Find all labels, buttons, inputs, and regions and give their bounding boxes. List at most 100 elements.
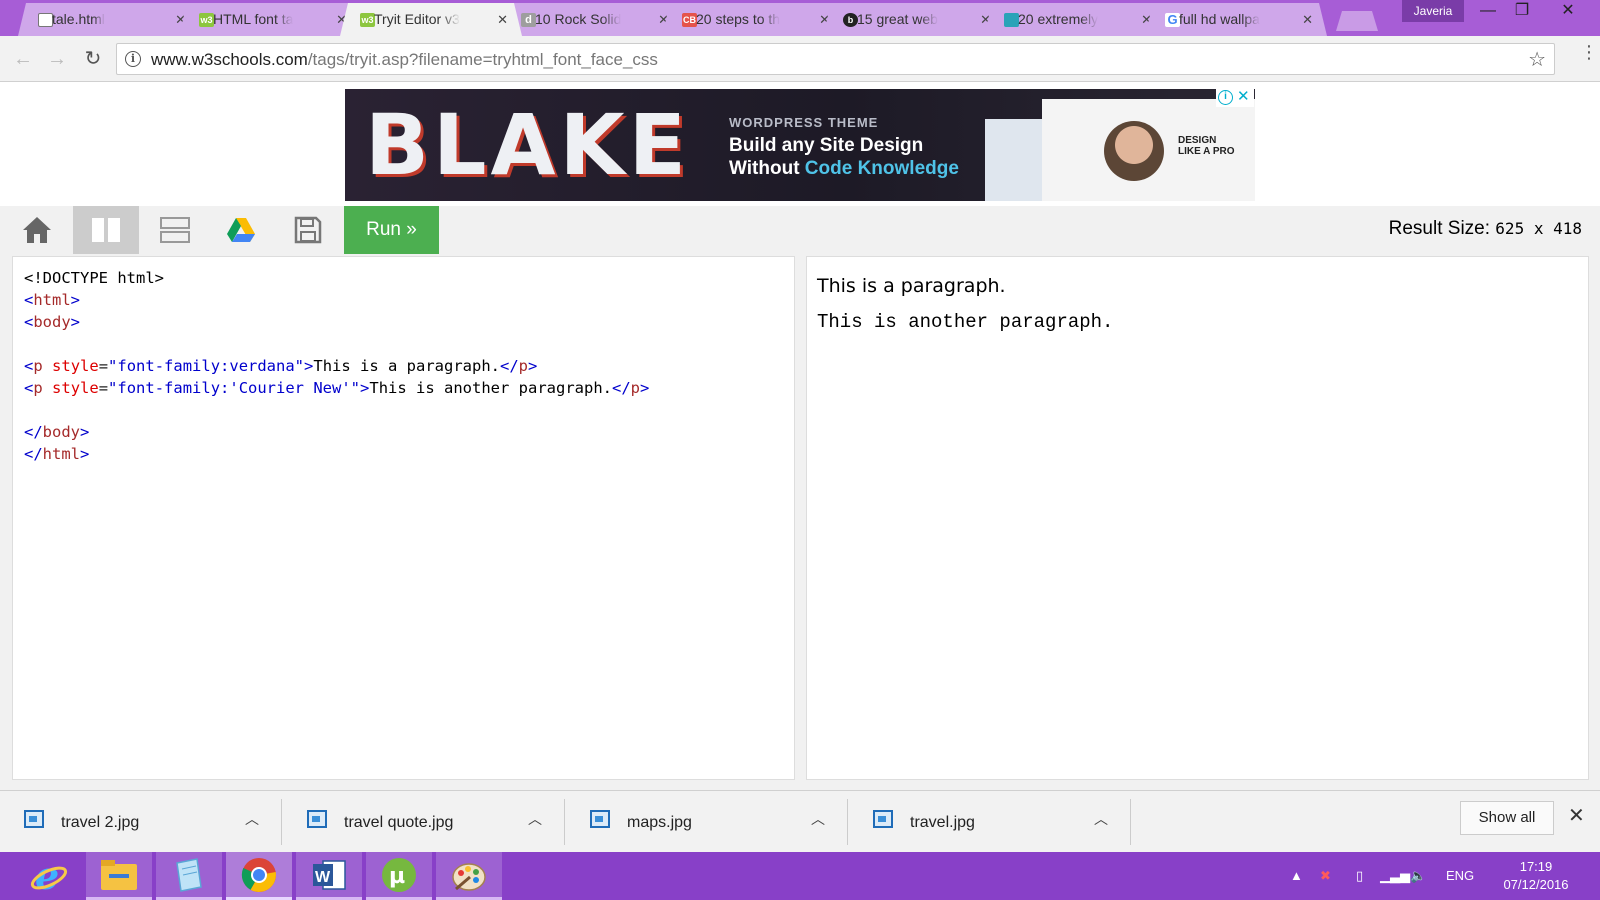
show-all-button[interactable]: Show all xyxy=(1460,801,1554,835)
tab-full-hd-wallpaper[interactable]: G full hd wallpa ✕ xyxy=(1145,3,1327,36)
signal-icon[interactable]: ▁▃▅ xyxy=(1380,852,1410,900)
code-attr-value: "font-family:verdana" xyxy=(108,357,305,375)
url-text[interactable]: www.w3schools.com/tags/tryit.asp?filenam… xyxy=(151,50,658,70)
tab-html-font[interactable]: w3 HTML font ta ✕ xyxy=(179,3,361,36)
network-error-icon[interactable]: ✖ xyxy=(1320,852,1331,900)
ad-subheadline: Without Code Knowledge xyxy=(729,158,959,180)
paint-icon[interactable] xyxy=(436,852,502,900)
tab-title: 15 great web xyxy=(857,11,938,27)
utorrent-icon[interactable]: µ xyxy=(366,852,432,900)
chevron-up-icon[interactable]: ︿ xyxy=(811,809,825,829)
code-doctype: <!DOCTYPE html> xyxy=(24,269,164,287)
volume-icon[interactable]: 🔈 xyxy=(1410,852,1426,900)
language-indicator[interactable]: ENG xyxy=(1446,852,1474,900)
ad-promo-line2: LIKE A PRO xyxy=(1178,146,1235,157)
code-tag: p xyxy=(518,357,529,375)
info-icon[interactable]: i xyxy=(125,51,141,67)
address-bar[interactable]: i www.w3schools.com/tags/tryit.asp?filen… xyxy=(116,43,1555,75)
svg-text:W: W xyxy=(315,869,331,886)
folder-glyph xyxy=(101,859,137,890)
reload-icon[interactable]: ↻ xyxy=(80,46,106,72)
tab-tale-html[interactable]: tale.html ✕ xyxy=(18,3,200,36)
code-line: </html> xyxy=(24,445,90,463)
code-line: <html> xyxy=(24,291,81,309)
close-icon[interactable]: ✕ xyxy=(1302,3,1313,36)
maximize-icon[interactable]: ❐ xyxy=(1504,0,1540,24)
tab-title: tale.html xyxy=(52,11,105,27)
bookmark-star-icon[interactable]: ☆ xyxy=(1528,47,1546,72)
code-tag: p xyxy=(33,379,43,397)
tryit-toolbar: Run » Result Size: 625 x 418 xyxy=(0,206,1600,256)
chevron-up-icon[interactable]: ︿ xyxy=(528,809,542,829)
close-icon[interactable]: ✕ xyxy=(497,3,508,36)
save-button[interactable] xyxy=(275,206,341,254)
internet-explorer-icon[interactable]: e xyxy=(16,852,82,900)
back-icon[interactable]: ← xyxy=(10,46,36,72)
ad-brand: BLAKE xyxy=(365,96,691,194)
tab-20-steps[interactable]: CB 20 steps to th ✕ xyxy=(662,3,844,36)
home-button[interactable] xyxy=(4,206,70,254)
chrome-icon[interactable] xyxy=(226,852,292,900)
tab-title: HTML font ta xyxy=(213,11,294,27)
tab-20-extremely[interactable]: 20 extremely ✕ xyxy=(984,3,1166,36)
google-drive-button[interactable] xyxy=(208,206,274,254)
document-icon xyxy=(38,13,53,27)
code-text: This is a paragraph. xyxy=(313,357,500,375)
file-explorer-icon[interactable] xyxy=(86,852,152,900)
ad-promo-text: DESIGN LIKE A PRO xyxy=(1178,135,1234,157)
browser-toolbar: ← → ↻ i www.w3schools.com/tags/tryit.asp… xyxy=(0,36,1600,82)
svg-text:µ: µ xyxy=(389,864,405,889)
word-icon[interactable]: W xyxy=(296,852,362,900)
horizontal-layout-button[interactable] xyxy=(142,206,208,254)
run-button[interactable]: Run » xyxy=(344,206,439,254)
download-item[interactable]: travel.jpg ︿ xyxy=(849,799,1131,845)
ad-info-icon[interactable]: i xyxy=(1218,90,1233,105)
ad-headline: Build any Site Design xyxy=(729,135,924,156)
download-item[interactable]: maps.jpg ︿ xyxy=(566,799,848,845)
close-icon[interactable]: ✕ xyxy=(1568,803,1585,828)
tab-title: 20 extremely xyxy=(1018,11,1099,27)
profile-button[interactable]: Javeria xyxy=(1402,0,1464,22)
save-icon xyxy=(294,216,322,244)
download-item[interactable]: travel 2.jpg ︿ xyxy=(0,799,282,845)
tab-15-great-web[interactable]: b 15 great web ✕ xyxy=(823,3,1005,36)
vertical-layout-button[interactable] xyxy=(73,206,139,254)
utorrent-glyph: µ xyxy=(382,857,416,892)
menu-icon[interactable]: ⋮ xyxy=(1580,43,1598,61)
ad-close-icon[interactable]: ✕ xyxy=(1237,87,1250,105)
tab-title: 20 steps to th xyxy=(696,11,781,27)
d-icon: d xyxy=(521,13,536,27)
result-paragraph-verdana: This is a paragraph. xyxy=(817,275,1006,297)
advertisement-banner[interactable]: BLAKE WORDPRESS THEME Build any Site Des… xyxy=(345,89,1255,201)
download-item[interactable]: travel quote.jpg ︿ xyxy=(283,799,565,845)
battery-icon[interactable]: ▯ xyxy=(1356,852,1363,900)
code-tag: p xyxy=(33,357,43,375)
image-file-icon xyxy=(873,810,893,828)
tab-rock-solid[interactable]: d 10 Rock Solid ✕ xyxy=(501,3,683,36)
code-line: <body> xyxy=(24,313,81,331)
ad-choices[interactable]: i ✕ xyxy=(1216,87,1254,107)
paint-glyph xyxy=(452,862,486,891)
w3schools-icon: w3 xyxy=(200,15,213,25)
downloads-shelf: travel 2.jpg ︿ travel quote.jpg ︿ maps.j… xyxy=(0,790,1600,852)
close-window-icon[interactable]: ✕ xyxy=(1550,0,1586,24)
ad-theme-label: WORDPRESS THEME xyxy=(729,115,879,130)
notepad-icon[interactable] xyxy=(156,852,222,900)
result-paragraph-courier: This is another paragraph. xyxy=(817,311,1114,333)
result-size: Result Size: 625 x 418 xyxy=(1389,218,1582,240)
show-hidden-icons-icon[interactable]: ▲ xyxy=(1290,852,1303,900)
url-path: /tags/tryit.asp?filename=tryhtml_font_fa… xyxy=(307,50,658,69)
code-editor[interactable]: <!DOCTYPE html> <html> <body> <p style="fo… xyxy=(12,256,795,780)
chevron-up-icon[interactable]: ︿ xyxy=(245,809,259,829)
system-clock[interactable]: 17:19 07/12/2016 xyxy=(1496,858,1576,894)
forward-icon[interactable]: → xyxy=(44,46,70,72)
ad-promo-line1: DESIGN xyxy=(1178,135,1217,146)
minimize-icon[interactable]: — xyxy=(1470,0,1506,24)
clock-time: 17:19 xyxy=(1519,859,1553,874)
chevron-up-icon[interactable]: ︿ xyxy=(1094,809,1108,829)
notepad-glyph xyxy=(176,857,202,892)
new-tab-button[interactable] xyxy=(1336,11,1378,31)
tab-tryit-editor[interactable]: w3 Tryit Editor v3 ✕ xyxy=(340,3,522,36)
